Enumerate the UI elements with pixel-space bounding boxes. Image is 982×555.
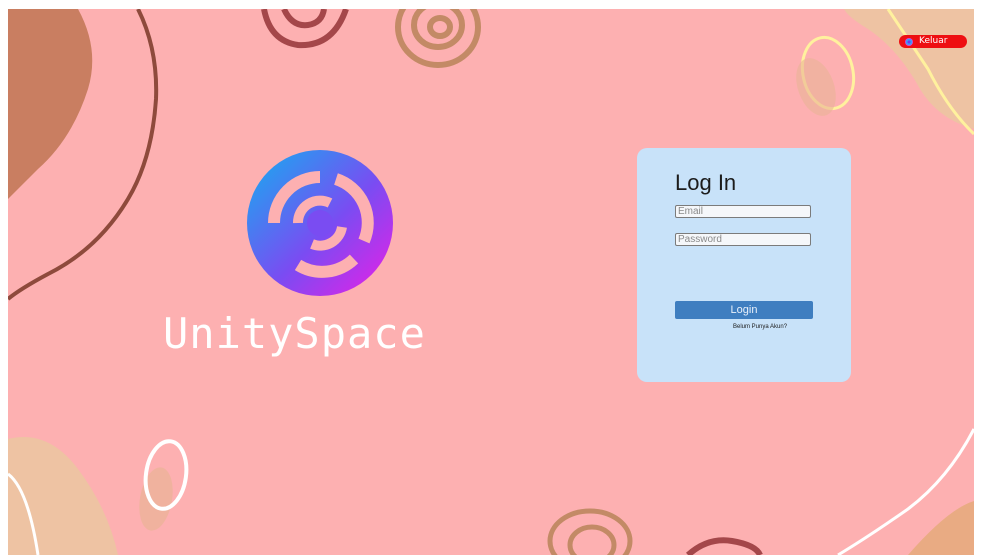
login-screen: Keluar UnitySpace Log In Login Belum Pun [8, 9, 974, 555]
login-card: Log In Login Belum Punya Akun? [637, 148, 851, 382]
logout-button[interactable]: Keluar [899, 35, 967, 48]
logout-label: Keluar [919, 36, 948, 46]
brand-name: UnitySpace [163, 309, 426, 358]
unityspace-logo [247, 150, 393, 296]
signup-link[interactable]: Belum Punya Akun? [733, 324, 787, 330]
login-button[interactable]: Login [675, 301, 813, 319]
login-title: Log In [675, 170, 737, 195]
unityspace-logo-icon [905, 37, 913, 46]
password-input[interactable] [675, 233, 811, 246]
email-input[interactable] [675, 205, 811, 218]
